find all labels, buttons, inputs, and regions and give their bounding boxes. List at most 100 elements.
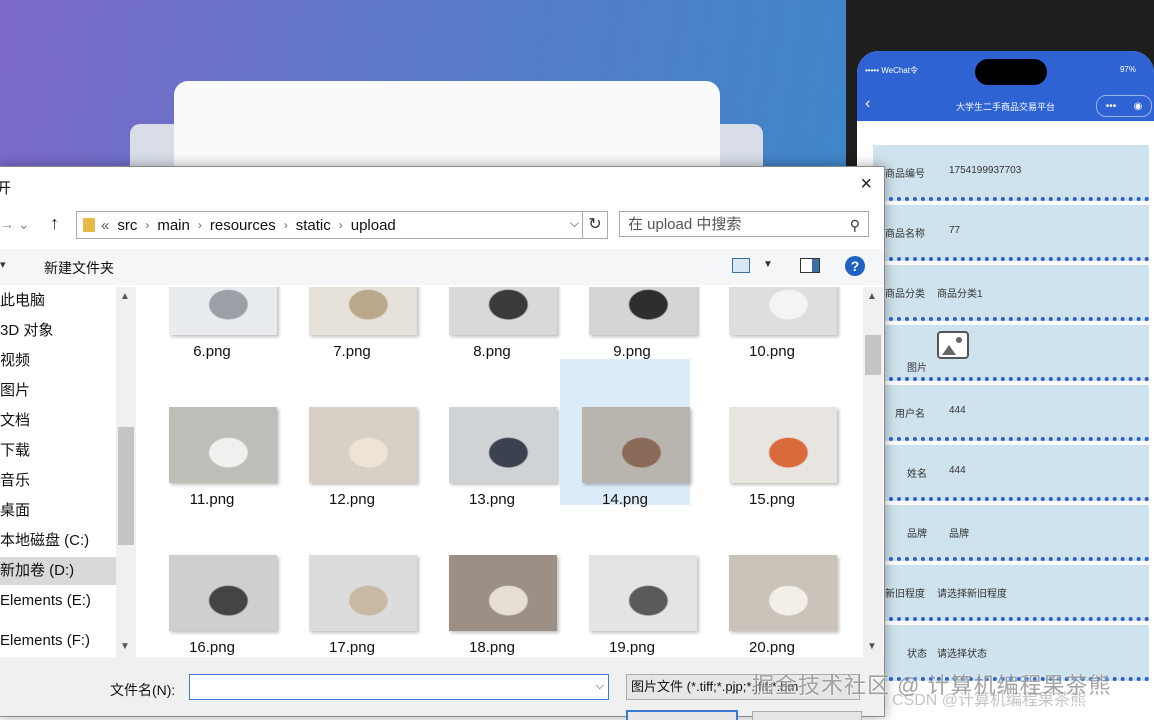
image-thumbnail[interactable] [582, 407, 690, 483]
breadcrumb-main[interactable]: main [157, 217, 190, 234]
nav-forward-icon[interactable]: → ⌄ [0, 216, 30, 233]
row-value: 444 [949, 465, 966, 476]
image-thumbnail[interactable] [589, 555, 697, 631]
sidebar-item-drive-f[interactable]: Elements (F:) [0, 627, 116, 655]
open-button[interactable] [626, 710, 738, 720]
breadcrumb-src[interactable]: src [117, 217, 137, 234]
form-row-username[interactable]: 用户名 444 [873, 385, 1149, 441]
image-thumbnail[interactable] [729, 555, 837, 631]
file-tile[interactable]: 12.png [287, 383, 417, 529]
file-tile[interactable]: 17.png [287, 531, 417, 657]
address-bar[interactable]: « src › main › resources › static › upload ⌵… [76, 211, 608, 239]
image-thumbnail[interactable] [169, 287, 277, 335]
sidebar-scrollbar[interactable]: ▲ ▼ [116, 287, 136, 657]
chevron-down-icon[interactable]: ⌵ [570, 216, 579, 231]
sidebar-item-drive-d[interactable]: 新加卷 (D:) [0, 557, 116, 585]
form-row-brand[interactable]: 品牌 品牌 [873, 505, 1149, 561]
image-thumbnail[interactable] [449, 287, 557, 335]
sidebar-item-downloads[interactable]: 下载 [0, 437, 116, 465]
file-tile[interactable]: 6.png [147, 287, 277, 381]
chevron-down-icon[interactable]: ⌵ [596, 680, 604, 693]
row-value: 444 [949, 405, 966, 416]
preview-pane-icon[interactable] [800, 258, 820, 273]
image-upload-icon[interactable] [937, 331, 969, 359]
breadcrumb-resources[interactable]: resources [210, 217, 276, 234]
file-tile[interactable]: 19.png [567, 531, 697, 657]
sidebar-item-videos[interactable]: 视频 [0, 347, 116, 375]
phone-notch [975, 59, 1047, 85]
sidebar-item-documents[interactable]: 文档 [0, 407, 116, 435]
menu-capsule[interactable]: ••• ◉ [1096, 95, 1152, 117]
file-tile[interactable]: 15.png [707, 383, 837, 529]
image-thumbnail[interactable] [169, 555, 277, 631]
image-thumbnail[interactable] [729, 407, 837, 483]
view-dropdown-icon[interactable]: ▼ [763, 259, 773, 270]
sidebar-item-drive-e[interactable]: Elements (E:) [0, 587, 116, 615]
image-thumbnail[interactable] [309, 287, 417, 335]
help-icon[interactable]: ? [845, 256, 865, 276]
form-row-image[interactable]: 图片 [873, 325, 1149, 381]
file-tile[interactable]: 14.png [560, 359, 690, 508]
sidebar-item-this-pc[interactable]: 此电脑 [0, 287, 116, 315]
file-name: 10.png [749, 343, 795, 360]
form-row-goods-id[interactable]: 商品编号 1754199937703 [873, 145, 1149, 201]
file-tile[interactable]: 18.png [427, 531, 557, 657]
scroll-thumb[interactable] [865, 335, 881, 375]
sidebar-item-desktop[interactable]: 桌面 [0, 497, 116, 525]
up-arrow-icon[interactable]: ↑ [50, 213, 59, 234]
sidebar-item-music[interactable]: 音乐 [0, 467, 116, 495]
organize-dropdown-icon[interactable]: ▾ [0, 258, 6, 271]
file-name: 15.png [749, 491, 795, 508]
close-icon[interactable]: × [860, 173, 872, 196]
cancel-button[interactable] [752, 711, 862, 720]
breadcrumb-upload[interactable]: upload [351, 217, 396, 234]
more-icon[interactable]: ••• [1106, 101, 1117, 112]
image-thumbnail[interactable] [169, 407, 277, 483]
image-thumbnail[interactable] [449, 555, 557, 631]
close-capsule-icon[interactable]: ◉ [1134, 101, 1143, 112]
scroll-up-icon[interactable]: ▲ [867, 291, 877, 302]
image-thumbnail[interactable] [589, 287, 697, 335]
file-name: 14.png [602, 491, 648, 508]
image-thumbnail[interactable] [729, 287, 837, 335]
file-tile[interactable]: 13.png [427, 383, 557, 529]
image-thumbnail[interactable] [309, 555, 417, 631]
form-row-category[interactable]: 商品分类 商品分类1 [873, 265, 1149, 321]
filename-input[interactable]: ⌵ [189, 674, 609, 700]
form-row-goods-name[interactable]: 商品名称 77 [873, 205, 1149, 261]
file-name: 11.png [189, 491, 235, 508]
scroll-down-icon[interactable]: ▼ [867, 641, 877, 652]
navigation-pane: 此电脑 3D 对象 视频 图片 文档 下载 音乐 桌面 本地磁盘 (C:) 新加… [0, 287, 116, 657]
file-tile[interactable]: 10.png [707, 287, 837, 381]
image-thumbnail[interactable] [449, 407, 557, 483]
sidebar-item-3d-objects[interactable]: 3D 对象 [0, 317, 116, 345]
filename-label: 文件名(N): [110, 682, 176, 698]
file-tile[interactable]: 16.png [147, 531, 277, 657]
image-thumbnail[interactable] [309, 407, 417, 483]
navigation-bar: ‹ 大学生二手商品交易平台 ••• ◉ [857, 91, 1154, 121]
search-icon[interactable]: ⚲ [850, 212, 860, 238]
file-tile[interactable]: 8.png [427, 287, 557, 381]
row-value: 请选择状态 [937, 649, 987, 660]
view-mode-icon[interactable] [732, 258, 750, 273]
search-input[interactable]: 在 upload 中搜索 ⚲ [619, 211, 869, 237]
file-tile[interactable]: 11.png [147, 383, 277, 529]
file-tile[interactable]: 20.png [707, 531, 837, 657]
refresh-icon[interactable]: ↻ [582, 212, 607, 238]
form-row-condition[interactable]: 新旧程度 请选择新旧程度 [873, 565, 1149, 621]
row-label: 图片 [907, 363, 927, 374]
sidebar-item-pictures[interactable]: 图片 [0, 377, 116, 405]
chevron-right-icon: › [197, 218, 202, 232]
scroll-thumb[interactable] [118, 427, 134, 545]
file-tile[interactable]: 7.png [287, 287, 417, 381]
new-folder-button[interactable]: 新建文件夹 [44, 258, 114, 278]
scroll-down-icon[interactable]: ▼ [120, 641, 130, 652]
file-scrollbar[interactable]: ▲ ▼ [863, 287, 883, 657]
row-label: 状态 [907, 649, 927, 660]
breadcrumb-overflow[interactable]: « [101, 217, 109, 234]
form-row-name[interactable]: 姓名 444 [873, 445, 1149, 501]
scroll-up-icon[interactable]: ▲ [120, 291, 130, 302]
breadcrumb-static[interactable]: static [296, 217, 331, 234]
folder-icon [83, 218, 95, 232]
sidebar-item-drive-c[interactable]: 本地磁盘 (C:) [0, 527, 116, 555]
